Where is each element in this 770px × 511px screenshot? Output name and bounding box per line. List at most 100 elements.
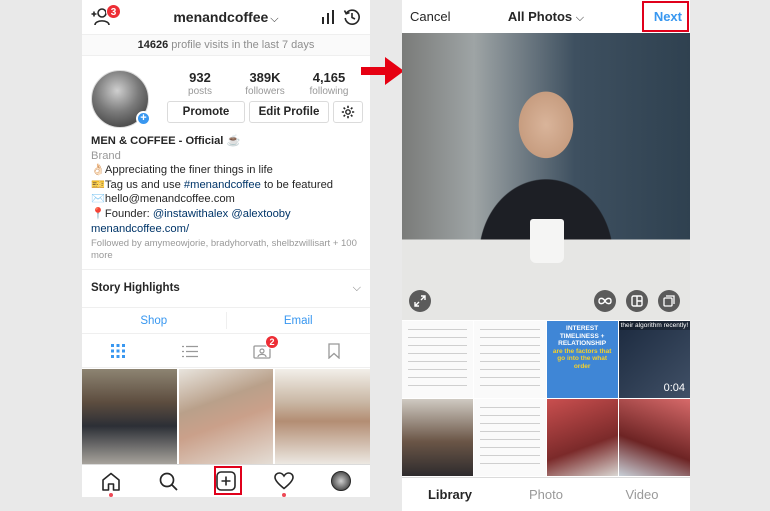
highlight-annotation-box <box>642 1 689 32</box>
photo-library-grid: INTEREST TIMELINESS + RELATIONSHIP are th… <box>402 321 690 476</box>
bar-chart-icon <box>322 10 334 24</box>
expand-button[interactable] <box>409 290 431 312</box>
nav-activity[interactable] <box>271 468 297 497</box>
promote-button[interactable]: Promote <box>167 101 245 123</box>
post-thumbnail[interactable] <box>275 369 370 464</box>
contact-buttons: Shop Email <box>82 307 370 334</box>
multi-select-icon <box>663 295 675 307</box>
video-duration: 0:04 <box>663 382 685 394</box>
edit-profile-button[interactable]: Edit Profile <box>249 101 329 123</box>
profile-view-tabs: 2 <box>82 335 370 368</box>
highlight-annotation-box <box>214 466 242 495</box>
library-thumbnail[interactable]: INTEREST TIMELINESS + RELATIONSHIP are th… <box>546 321 618 398</box>
coffee-cup-shape <box>530 219 564 263</box>
infinity-icon <box>598 297 612 305</box>
stat-value: 389K <box>249 70 281 85</box>
username-text: menandcoffee <box>173 9 269 25</box>
library-thumbnail[interactable] <box>474 399 546 476</box>
stat-value: 932 <box>189 70 211 85</box>
archive-button[interactable] <box>343 8 361 26</box>
gallery-screen: Cancel All Photos ⌵ Next INTEREST TIMELI… <box>402 0 690 511</box>
bio-line: 🎫Tag us and use #menandcoffee to be feat… <box>91 178 365 193</box>
profile-visits-text: profile visits in the last 7 days <box>168 39 315 51</box>
heart-icon <box>273 472 294 490</box>
selected-photo-preview[interactable] <box>402 33 690 320</box>
profile-screen: 3 menandcoffee ⌵ 14626 profile visits in … <box>82 0 370 497</box>
library-thumbnail-video[interactable]: their algorithm recently! 0:04 <box>618 321 690 398</box>
post-thumbnail[interactable] <box>178 369 274 464</box>
bio-text: to be featured <box>260 178 334 191</box>
library-thumbnail[interactable] <box>474 321 546 398</box>
tab-library[interactable]: Library <box>402 487 498 502</box>
grid-icon <box>111 344 125 358</box>
list-icon <box>182 345 198 357</box>
stat-label: followers <box>245 86 285 97</box>
nav-home[interactable] <box>98 468 124 497</box>
display-name: MEN & COFFEE - Official ☕ <box>91 135 241 147</box>
shop-button[interactable]: Shop <box>82 308 226 333</box>
tab-tagged[interactable]: 2 <box>250 335 279 361</box>
activity-dot <box>281 493 286 497</box>
stat-label: following <box>309 86 349 97</box>
chevron-down-icon: ⌵ <box>352 282 361 294</box>
nav-search[interactable] <box>155 468 181 494</box>
select-multiple-button[interactable] <box>658 290 680 312</box>
story-highlights-row[interactable]: Story Highlights ⌵ <box>82 269 370 306</box>
gallery-header: Cancel All Photos ⌵ Next <box>402 0 690 33</box>
add-story-plus-icon[interactable]: + <box>136 111 151 126</box>
library-thumbnail[interactable] <box>546 399 618 476</box>
story-highlights-label: Story Highlights <box>91 282 180 294</box>
profile-avatar-small <box>331 471 352 491</box>
bio-text: 🎫Tag us and use <box>91 178 184 191</box>
profile-post-grid <box>82 369 370 464</box>
thumbnail-text: INTEREST TIMELINESS + RELATIONSHIP are th… <box>552 325 612 370</box>
gear-icon <box>341 105 355 119</box>
settings-button[interactable] <box>333 101 363 123</box>
layout-icon <box>631 295 643 307</box>
mention-link[interactable]: @instawithalex <box>153 208 228 220</box>
bio-line: 📍Founder: @instawithalex @alextooby <box>91 207 365 222</box>
insights-button[interactable] <box>320 9 336 25</box>
profile-header: 3 menandcoffee ⌵ <box>82 0 370 34</box>
tab-video[interactable]: Video <box>594 487 690 502</box>
chevron-down-icon: ⌵ <box>575 12 585 24</box>
bio-text: 📍Founder: <box>91 207 153 220</box>
expand-icon <box>414 295 426 307</box>
album-label: All Photos <box>507 9 573 24</box>
stat-following[interactable]: 4,165 following <box>294 70 364 97</box>
followed-by-text[interactable]: Followed by amymeowjorie, bradyhorvath, … <box>91 238 365 261</box>
tab-list[interactable] <box>178 341 202 361</box>
library-thumbnail[interactable] <box>402 321 474 398</box>
stat-posts[interactable]: 932 posts <box>165 70 235 97</box>
tab-grid[interactable] <box>106 341 130 361</box>
profile-visits-bar[interactable]: 14626 profile visits in the last 7 days <box>82 34 370 56</box>
layout-button[interactable] <box>626 290 648 312</box>
email-button[interactable]: Email <box>227 308 371 333</box>
history-icon <box>343 9 360 25</box>
activity-dot <box>108 493 113 497</box>
library-thumbnail[interactable] <box>402 399 474 476</box>
home-icon <box>101 472 120 491</box>
bio-line: 👌🏻Appreciating the finer things in life <box>91 164 273 177</box>
boomerang-button[interactable] <box>594 290 616 312</box>
tab-saved[interactable] <box>322 341 346 361</box>
search-icon <box>159 472 178 491</box>
right-arrow-icon <box>361 57 404 85</box>
post-thumbnail[interactable] <box>82 369 177 464</box>
bio-line: ✉️hello@menandcoffee.com <box>91 193 235 206</box>
bookmark-icon <box>328 343 340 359</box>
nav-profile[interactable] <box>328 468 354 494</box>
profile-category: Brand <box>91 149 121 162</box>
website-link[interactable]: menandcoffee.com/ <box>91 222 365 237</box>
library-thumbnail[interactable] <box>618 399 690 476</box>
profile-visits-count: 14626 <box>137 39 169 51</box>
mention-link[interactable]: @alextooby <box>231 208 290 220</box>
capture-mode-tabs: Library Photo Video <box>402 477 690 511</box>
stat-followers[interactable]: 389K followers <box>230 70 300 97</box>
tagged-count-badge: 2 <box>265 335 279 349</box>
thumbnail-caption: their algorithm recently! <box>618 321 690 330</box>
hashtag-link[interactable]: #menandcoffee <box>184 179 261 191</box>
stat-value: 4,165 <box>312 70 346 85</box>
chevron-down-icon: ⌵ <box>270 13 279 25</box>
tab-photo[interactable]: Photo <box>498 487 594 502</box>
